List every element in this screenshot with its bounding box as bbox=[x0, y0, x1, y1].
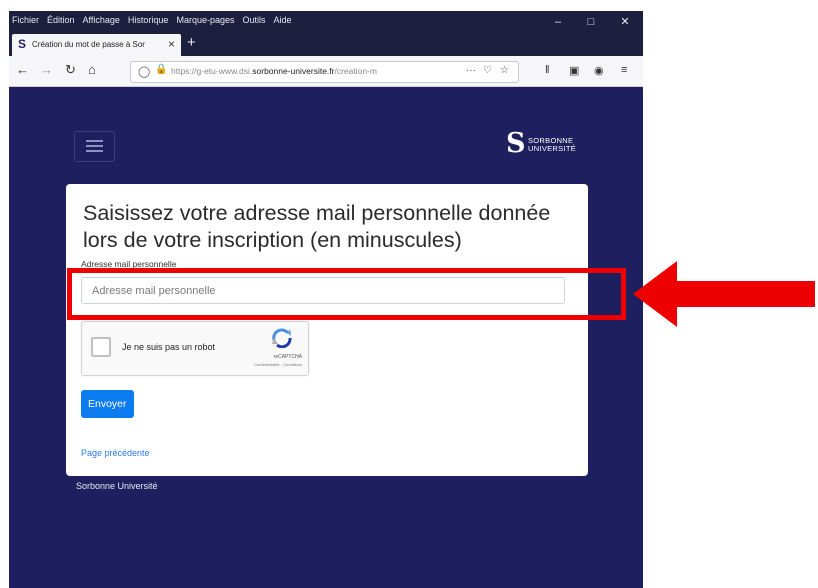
footer-text: Sorbonne Université bbox=[76, 481, 158, 491]
tracking-shield-icon[interactable]: ◯ bbox=[138, 65, 150, 78]
address-bar[interactable]: ◯ 🔒 https://g-etu-www.dsi.sorbonne-unive… bbox=[130, 61, 519, 83]
menu-line bbox=[86, 145, 103, 147]
menu-marque-pages[interactable]: Marque-pages bbox=[176, 15, 234, 25]
hamburger-menu-icon[interactable]: ≡ bbox=[621, 64, 627, 76]
home-icon[interactable]: ⌂ bbox=[88, 62, 96, 77]
menu-aide[interactable]: Aide bbox=[274, 15, 292, 25]
annotation-arrow-icon bbox=[633, 261, 815, 327]
forward-arrow-icon[interactable]: → bbox=[40, 62, 53, 77]
submit-button[interactable]: Envoyer bbox=[81, 390, 134, 418]
url-text[interactable]: https://g-etu-www.dsi.sorbonne-universit… bbox=[171, 66, 463, 76]
menu-bar: Fichier Édition Affichage Historique Mar… bbox=[9, 11, 643, 31]
sidebar-icon[interactable]: ▣ bbox=[569, 64, 579, 77]
menu-line bbox=[86, 150, 103, 152]
recaptcha-brand: reCAPTCHA bbox=[273, 354, 302, 360]
logo-line2: UNIVERSITÉ bbox=[528, 144, 577, 153]
site-menu-toggle[interactable] bbox=[74, 131, 115, 162]
tab-strip: S Création du mot de passe à Sor × + bbox=[9, 31, 643, 56]
new-tab-icon[interactable]: + bbox=[187, 34, 196, 51]
account-icon[interactable]: ◉ bbox=[594, 64, 604, 77]
previous-page-link[interactable]: Page précédente bbox=[81, 448, 150, 458]
menu-edition[interactable]: Édition bbox=[47, 15, 75, 25]
recaptcha-logo-icon bbox=[272, 328, 292, 348]
form-card: Saisissez votre adresse mail personnelle… bbox=[66, 184, 588, 476]
maximize-icon[interactable]: □ bbox=[575, 11, 607, 31]
recaptcha-label: Je ne suis pas un robot bbox=[122, 342, 216, 352]
annotation-highlight-box bbox=[67, 268, 626, 320]
close-window-icon[interactable]: ✕ bbox=[609, 11, 641, 31]
navigation-bar: ← → ↻ ⌂ ◯ 🔒 https://g-etu-www.dsi.sorbon… bbox=[9, 56, 643, 87]
page-actions-icon[interactable]: ··· bbox=[466, 65, 476, 76]
menu-affichage[interactable]: Affichage bbox=[83, 15, 120, 25]
recaptcha-checkbox[interactable] bbox=[91, 337, 111, 357]
reload-icon[interactable]: ↻ bbox=[65, 62, 76, 78]
sorbonne-favicon-icon: S bbox=[18, 37, 27, 51]
bookmark-star-icon[interactable]: ☆ bbox=[500, 65, 509, 76]
tab-active[interactable]: S Création du mot de passe à Sor × bbox=[12, 34, 181, 56]
menu-fichier[interactable]: Fichier bbox=[12, 15, 39, 25]
back-arrow-icon[interactable]: ← bbox=[16, 62, 29, 77]
minimize-icon[interactable]: – bbox=[542, 11, 574, 31]
sorbonne-logo-s-icon: S bbox=[506, 128, 526, 159]
menu-line bbox=[86, 140, 103, 142]
library-icon[interactable]: ‖ bbox=[545, 64, 550, 76]
menu-outils[interactable]: Outils bbox=[243, 15, 266, 25]
lock-icon[interactable]: 🔒 bbox=[155, 64, 167, 75]
recaptcha-links[interactable]: Confidentialité - Conditions bbox=[254, 362, 302, 367]
tab-close-icon[interactable]: × bbox=[168, 37, 175, 51]
pocket-icon[interactable]: ♡ bbox=[483, 65, 492, 76]
tab-title: Création du mot de passe à Sor bbox=[32, 40, 145, 49]
menu-historique[interactable]: Historique bbox=[128, 15, 169, 25]
recaptcha-widget: Je ne suis pas un robot reCAPTCHA Confid… bbox=[81, 321, 309, 376]
page-title: Saisissez votre adresse mail personnelle… bbox=[83, 201, 551, 252]
